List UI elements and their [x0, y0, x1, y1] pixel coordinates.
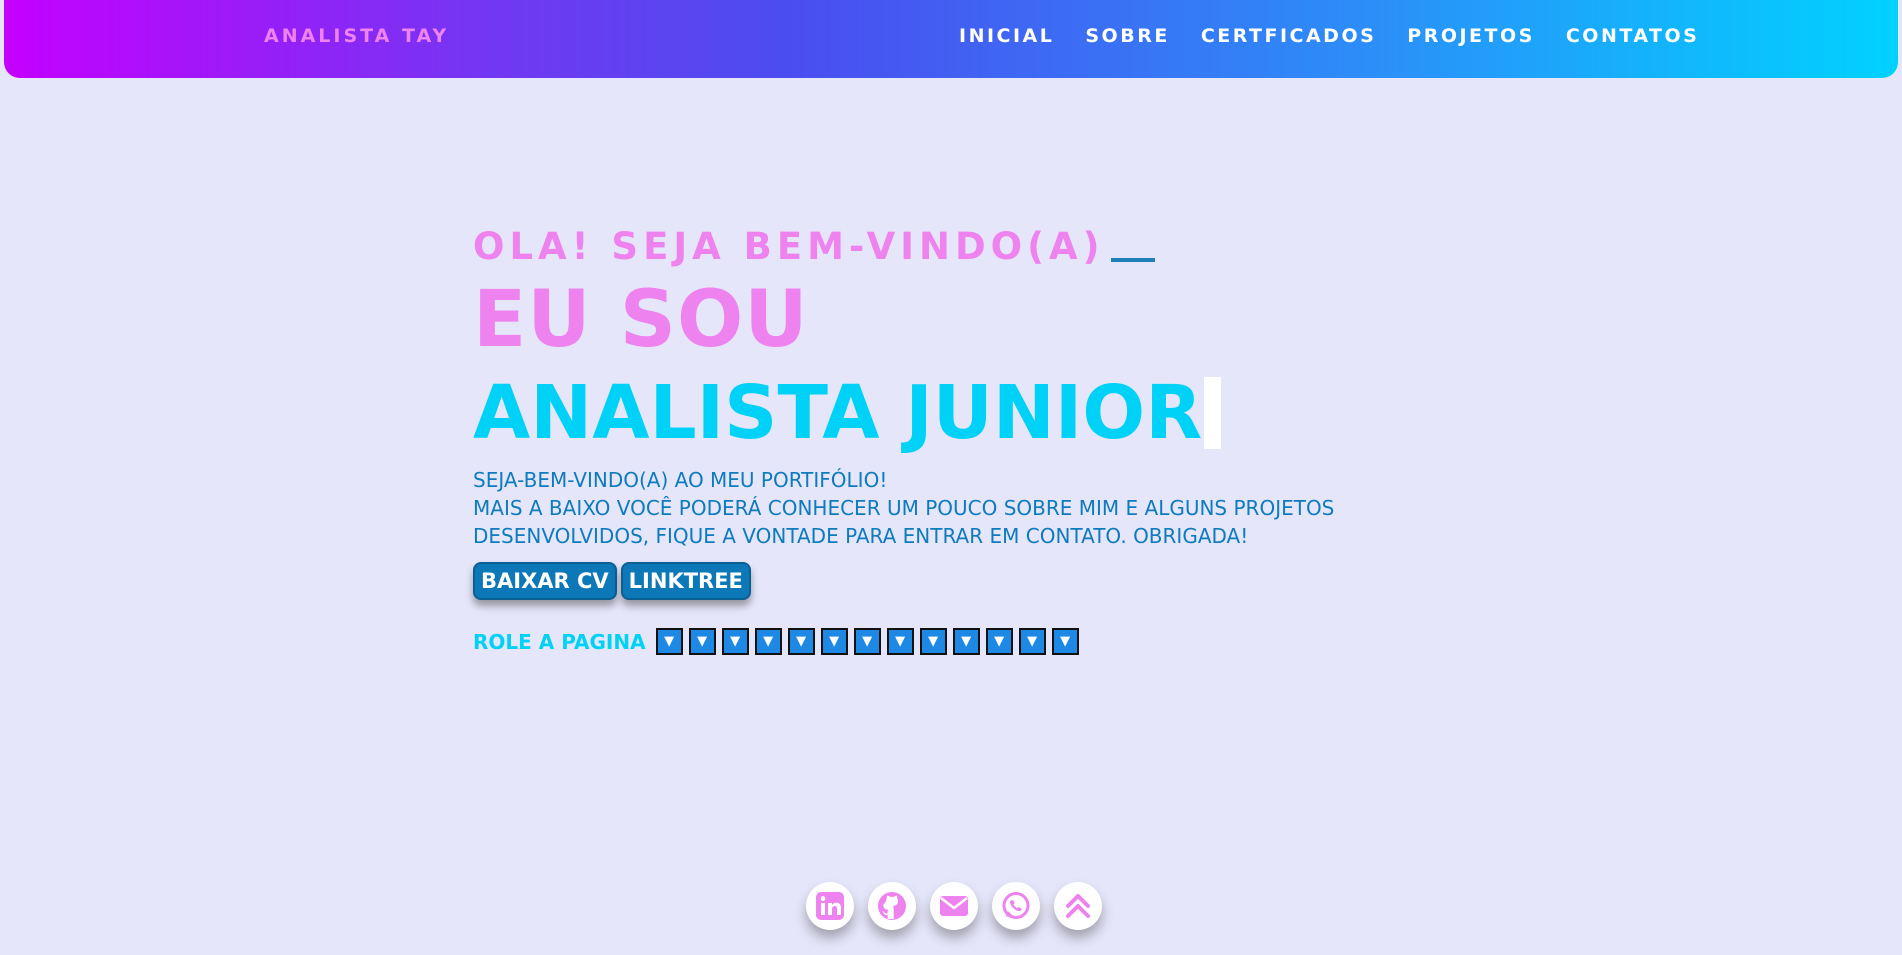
github-link[interactable]: [868, 882, 916, 930]
arrow-down-icon: ▼: [787, 628, 815, 655]
description-line: MAIS A BAIXO VOCÊ PODERÁ CONHECER UM POU…: [473, 496, 1335, 520]
greeting-heading: OLA! SEJA BEM-VINDO(A): [473, 225, 1373, 268]
typing-cursor: [1204, 377, 1222, 449]
intro-heading: EU SOU: [473, 275, 809, 365]
linkedin-link[interactable]: [806, 882, 854, 930]
arrow-down-icon: ▼: [919, 628, 947, 655]
description-line: DESENVOLVIDOS, FIQUE A VONTADE PARA ENTR…: [473, 524, 1249, 548]
nav-link-inicial[interactable]: INICIAL: [959, 25, 1054, 47]
arrow-down-icon: ▼: [655, 628, 683, 655]
social-links: [806, 882, 1102, 930]
hero-section: OLA! SEJA BEM-VINDO(A) EU SOU ANALISTA J…: [473, 225, 1373, 655]
arrow-down-icon: ▼: [886, 628, 914, 655]
nav-link-contatos[interactable]: CONTATOS: [1566, 25, 1700, 47]
arrow-down-icon: ▼: [1051, 628, 1079, 655]
greeting-text: OLA! SEJA BEM-VINDO(A): [473, 225, 1105, 268]
arrow-down-icon: ▼: [853, 628, 881, 655]
typing-underscore: [1110, 258, 1155, 262]
arrow-down-icon: ▼: [721, 628, 749, 655]
download-cv-button[interactable]: BAIXAR CV: [473, 562, 617, 600]
role-text: ANALISTA JUNIOR: [473, 370, 1203, 456]
arrow-down-icon: ▼: [1018, 628, 1046, 655]
arrow-down-icon: ▼: [688, 628, 716, 655]
navbar: ANALISTA TAY INICIAL SOBRE CERTFICADOS P…: [4, 0, 1898, 78]
nav-link-sobre[interactable]: SOBRE: [1085, 25, 1169, 47]
role-heading: ANALISTA JUNIOR: [473, 370, 1373, 456]
email-link[interactable]: [930, 882, 978, 930]
mail-icon: [940, 896, 968, 916]
scroll-arrows: ▼ ▼ ▼ ▼ ▼ ▼ ▼ ▼ ▼ ▼ ▼ ▼ ▼: [655, 628, 1079, 655]
arrow-down-icon: ▼: [754, 628, 782, 655]
scroll-label: ROLE A PAGINA: [473, 629, 646, 654]
brand-logo[interactable]: ANALISTA TAY: [264, 25, 449, 47]
arrow-down-icon: ▼: [820, 628, 848, 655]
arrow-down-icon: ▼: [952, 628, 980, 655]
nav-link-projetos[interactable]: PROJETOS: [1407, 25, 1535, 47]
hero-description: SEJA-BEM-VINDO(A) AO MEU PORTIFÓLIO! MAI…: [473, 466, 1373, 550]
description-line: SEJA-BEM-VINDO(A) AO MEU PORTIFÓLIO!: [473, 468, 888, 492]
nav-links: INICIAL SOBRE CERTFICADOS PROJETOS CONTA…: [959, 25, 1730, 47]
nav-link-certificados[interactable]: CERTFICADOS: [1201, 25, 1376, 47]
linkedin-icon: [816, 892, 844, 920]
whatsapp-icon: [1002, 892, 1030, 919]
arrow-down-icon: ▼: [985, 628, 1013, 655]
scroll-top-link[interactable]: [1054, 882, 1102, 930]
chevrons-up-icon: [1066, 894, 1090, 918]
linktree-button[interactable]: LINKTREE: [620, 562, 751, 600]
hero-buttons: BAIXAR CV LINKTREE: [473, 562, 1373, 600]
github-icon: [878, 892, 906, 920]
whatsapp-link[interactable]: [992, 882, 1040, 930]
scroll-hint: ROLE A PAGINA ▼ ▼ ▼ ▼ ▼ ▼ ▼ ▼ ▼ ▼ ▼ ▼ ▼: [473, 628, 1373, 655]
